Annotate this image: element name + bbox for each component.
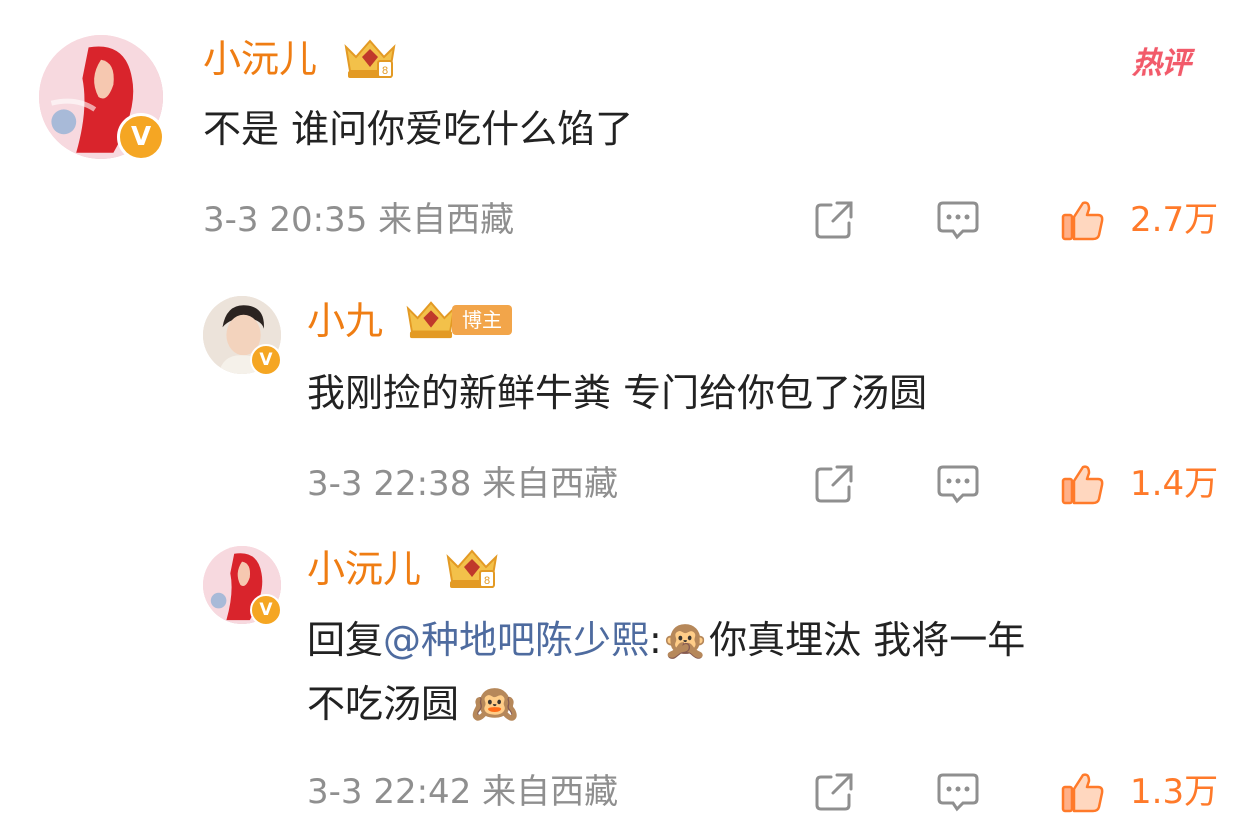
mention-link[interactable]: @种地吧陈少熙 <box>383 618 649 662</box>
like-count: 2.7万 <box>1130 200 1219 240</box>
like-count: 1.3万 <box>1130 772 1219 812</box>
username-reply-2[interactable]: 小沅儿 <box>307 550 421 588</box>
share-icon <box>815 201 853 239</box>
verified-icon: V <box>117 113 165 161</box>
like-button[interactable] <box>1058 196 1106 244</box>
reply-prefix: 回复 <box>307 618 384 662</box>
comment-icon <box>937 773 979 812</box>
like-button[interactable] <box>1058 768 1106 816</box>
thumbs-up-icon <box>1061 201 1104 241</box>
verified-icon: V <box>250 344 282 376</box>
verified-icon: V <box>250 594 282 626</box>
comment-icon <box>937 465 979 504</box>
crown-vip-icon: 8 <box>340 35 400 81</box>
share-icon <box>815 773 853 811</box>
comment-button[interactable] <box>934 768 982 816</box>
crown-vip-icon: 8 <box>442 545 502 591</box>
share-button[interactable] <box>810 196 858 244</box>
username-main[interactable]: 小沅儿 <box>203 40 317 78</box>
thumbs-up-icon <box>1061 773 1104 813</box>
reply-text-line-1: 回复@种地吧陈少熙:🙊你真埋汰 我将一年 <box>307 611 1025 669</box>
hot-comment-label: 热评 <box>1132 46 1191 81</box>
username-reply-1[interactable]: 小九 <box>307 302 383 340</box>
like-button[interactable] <box>1058 460 1106 508</box>
comment-meta: 3-3 20:35 来自西藏 <box>203 200 515 240</box>
reply-text: 我刚捡的新鲜牛粪 专门给你包了汤圆 <box>307 371 928 415</box>
blogger-badge: 博主 <box>452 305 512 335</box>
comment-text: 不是 谁问你爱吃什么馅了 <box>203 107 634 151</box>
reply-meta: 3-3 22:42 来自西藏 <box>307 772 619 812</box>
share-icon <box>815 465 853 503</box>
share-button[interactable] <box>810 460 858 508</box>
thumbs-up-icon <box>1061 465 1104 505</box>
reply-text: :🙊你真埋汰 我将一年 <box>649 618 1026 662</box>
comment-icon <box>937 201 979 240</box>
svg-text:8: 8 <box>382 65 388 77</box>
comment-button[interactable] <box>934 460 982 508</box>
reply-text-line-2: 不吃汤圆 🙉 <box>307 682 519 726</box>
reply-meta: 3-3 22:38 来自西藏 <box>307 464 619 504</box>
share-button[interactable] <box>810 768 858 816</box>
comment-button[interactable] <box>934 196 982 244</box>
svg-text:8: 8 <box>484 575 490 587</box>
like-count: 1.4万 <box>1130 464 1219 504</box>
